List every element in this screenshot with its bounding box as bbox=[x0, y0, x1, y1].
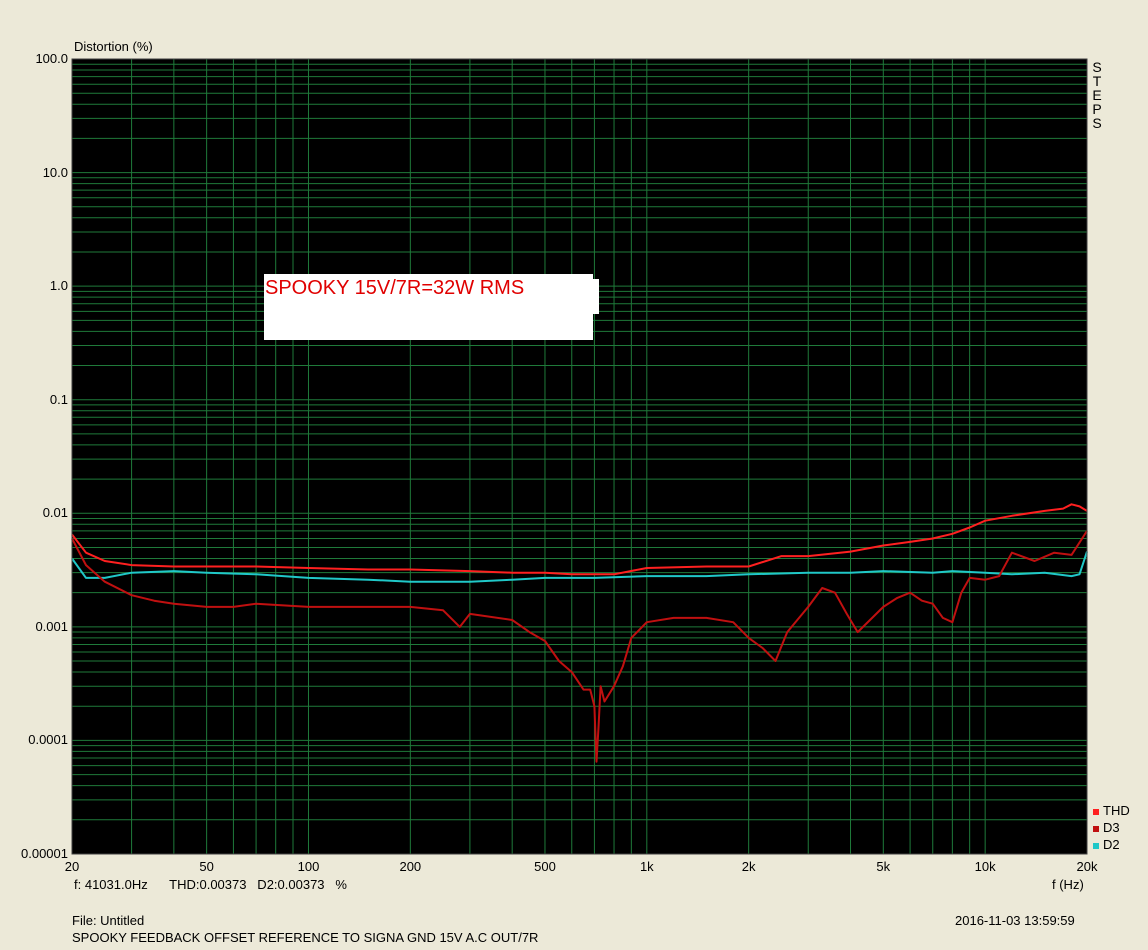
y-axis-label: Distortion (%) bbox=[74, 39, 153, 54]
y-tick-label: 10.0 bbox=[42, 164, 68, 180]
legend-label-thd: THD bbox=[1103, 803, 1130, 818]
x-tick-label: 500 bbox=[534, 859, 556, 874]
x-tick-label: 100 bbox=[297, 859, 320, 874]
steps-side-label: S T E P S bbox=[1091, 60, 1103, 130]
legend-label-d2: D2 bbox=[1103, 837, 1120, 852]
timestamp: 2016-11-03 13:59:59 bbox=[955, 913, 1075, 928]
legend-label-d3: D3 bbox=[1103, 820, 1120, 835]
legend-swatch-d3 bbox=[1093, 825, 1099, 832]
x-tick-label: 50 bbox=[199, 859, 214, 874]
annotation-text: SPOOKY 15V/7R=32W RMS bbox=[265, 277, 525, 299]
y-tick-label: 1.0 bbox=[49, 278, 68, 294]
legend-swatch-thd bbox=[1093, 808, 1099, 815]
x-tick-label: 20k bbox=[1076, 859, 1098, 874]
y-tick-label: 0.00001 bbox=[21, 846, 68, 861]
annotation-box: SPOOKY 15V/7R=32W RMS bbox=[264, 274, 599, 340]
y-tick-label: 0.001 bbox=[35, 618, 68, 634]
x-tick-label: 1k bbox=[639, 859, 654, 874]
x-tick-label: 200 bbox=[399, 859, 422, 874]
legend-item-d2: D2 bbox=[1093, 837, 1120, 852]
x-tick-label: 2k bbox=[741, 859, 756, 874]
y-tick-label: 0.1 bbox=[49, 391, 68, 407]
y-tick-label: 0.01 bbox=[42, 505, 68, 521]
steps-letter: T bbox=[1092, 73, 1102, 89]
steps-letter: S bbox=[1092, 59, 1102, 75]
y-tick-label: 100.0 bbox=[35, 51, 68, 66]
legend-swatch-d2 bbox=[1093, 842, 1099, 849]
x-axis-label: f (Hz) bbox=[1052, 877, 1084, 892]
cursor-readout: f: 41031.0Hz THD:0.00373 D2:0.00373 % bbox=[74, 877, 347, 892]
y-tick-label: 0.0001 bbox=[28, 732, 68, 748]
steps-letter: S bbox=[1092, 115, 1102, 131]
steps-letter: E bbox=[1092, 87, 1102, 103]
steps-letter: P bbox=[1092, 101, 1102, 117]
x-tick-label: 20 bbox=[64, 859, 80, 874]
legend-item-thd: THD bbox=[1093, 803, 1130, 818]
x-tick-label: 5k bbox=[876, 859, 891, 874]
comment-line: SPOOKY FEEDBACK OFFSET REFERENCE TO SIGN… bbox=[72, 930, 539, 945]
distortion-plot bbox=[71, 58, 1088, 855]
x-tick-label: 10k bbox=[974, 859, 996, 874]
annotation-box-notch bbox=[593, 279, 599, 314]
legend-item-d3: D3 bbox=[1093, 820, 1120, 835]
file-name: File: Untitled bbox=[72, 913, 145, 928]
